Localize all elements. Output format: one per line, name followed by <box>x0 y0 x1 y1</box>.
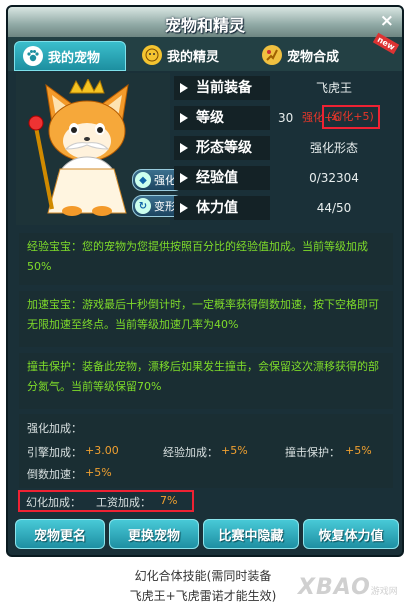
countdown-bonus-value: +5% <box>85 466 112 479</box>
stat-label: 当前装备 <box>174 76 270 100</box>
stat-value: 强化形态 <box>309 141 358 155</box>
tab-my-pet[interactable]: 我的宠物 <box>14 41 126 71</box>
arrow-icon <box>180 203 188 213</box>
stat-value: 44/50 <box>316 201 352 215</box>
stat-row-form: 形态等级 强化形态 <box>172 133 394 163</box>
arrow-icon <box>180 83 188 93</box>
stat-row-exp: 经验值 0/32304 <box>172 163 394 193</box>
exp-baby-description: 经验宝宝：您的宠物为您提供按照百分比的经验值加成。当前等级加成50% <box>19 233 393 285</box>
pet-avatar-panel: ◆ 强化 ↻ 变形 <box>16 73 184 225</box>
level-value: 30 <box>278 111 294 125</box>
engine-bonus-label: 引擎加成： <box>27 446 82 459</box>
pet-avatar <box>28 79 129 216</box>
stat-value: 飞虎王 <box>315 81 352 95</box>
countdown-bonus-label: 倒数加速： <box>27 468 82 481</box>
arrow-icon <box>180 143 188 153</box>
action-buttons: 宠物更名 更换宠物 比赛中隐藏 恢复体力值 <box>15 519 399 549</box>
bonus-title: 强化加成： <box>27 422 82 435</box>
collision-description: 撞击保护：装备此宠物，漂移后如果发生撞击，会保留这次漂移获得的部分氮气。当前等级… <box>19 353 393 409</box>
rename-pet-button[interactable]: 宠物更名 <box>15 519 105 549</box>
stat-row-equip: 当前装备 飞虎王 <box>172 73 394 103</box>
exp-bonus-value: +5% <box>221 444 248 457</box>
stat-value: 0/32304 <box>309 171 359 185</box>
arrow-icon <box>180 173 188 183</box>
stat-row-level: 等级 30 强化+6 (幻化+5) <box>172 103 394 133</box>
engine-bonus-value: +3.00 <box>85 444 119 457</box>
collision-bonus-value: +5% <box>345 444 372 457</box>
accel-baby-description: 加速宝宝：游戏最后十秒倒计时，一定概率获得倒数加速，按下空格即可无限加速至终点。… <box>19 291 393 347</box>
collision-bonus-label: 撞击保护： <box>285 446 340 459</box>
upgrade-icon: ◆ <box>135 172 151 188</box>
stat-label: 体力值 <box>174 196 270 220</box>
salary-bonus-value: 7% <box>160 494 178 507</box>
stat-label: 形态等级 <box>174 136 270 160</box>
arrow-icon <box>180 113 188 123</box>
pet-window: 宠物和精灵 × 我的宠物 我的精灵 宠物合成 new ◆ 强化 ↻ 变形 当前装… <box>6 5 404 557</box>
illusion-bonus-box: 幻化加成： 工资加成： 7% <box>18 490 194 512</box>
exp-bonus-label: 经验加成： <box>163 446 218 459</box>
stat-label: 等级 <box>174 106 270 130</box>
salary-bonus-label: 工资加成： <box>96 496 151 509</box>
close-icon[interactable]: × <box>380 11 394 31</box>
stat-row-stamina: 体力值 44/50 <box>172 193 394 223</box>
paw-icon <box>23 46 43 66</box>
strengthen-bonus-panel: 强化加成： 引擎加成： +3.00 经验加成： +5% 撞击保护： +5% 倒数… <box>19 414 393 488</box>
swap-pet-button[interactable]: 更换宠物 <box>109 519 199 549</box>
restore-stamina-button[interactable]: 恢复体力值 <box>303 519 399 549</box>
tab-label: 宠物合成 <box>287 49 340 65</box>
watermark-logo: XBAO游戏网 <box>298 575 398 600</box>
window-title: 宠物和精灵 <box>164 16 245 35</box>
compose-icon <box>262 45 282 65</box>
sprite-icon <box>142 45 162 65</box>
tab-bar: 我的宠物 我的精灵 宠物合成 new <box>8 32 402 71</box>
illusion-value: (幻化+5) <box>327 110 374 123</box>
tab-label: 我的精灵 <box>167 49 220 65</box>
tab-pet-compose[interactable]: 宠物合成 new <box>254 32 400 69</box>
illusion-bonus-label: 幻化加成： <box>26 496 81 509</box>
tab-label: 我的宠物 <box>48 50 101 66</box>
tab-my-sprite[interactable]: 我的精灵 <box>134 41 244 69</box>
illusion-highlight: (幻化+5) <box>322 105 380 129</box>
transform-icon: ↻ <box>135 198 151 214</box>
title-bar: 宠物和精灵 × <box>8 7 402 37</box>
pet-stats: 当前装备 飞虎王 等级 30 强化+6 (幻化+5) 形态等级 强化形态 经验值… <box>172 73 394 223</box>
hide-in-race-button[interactable]: 比赛中隐藏 <box>203 519 299 549</box>
stat-label: 经验值 <box>174 166 270 190</box>
